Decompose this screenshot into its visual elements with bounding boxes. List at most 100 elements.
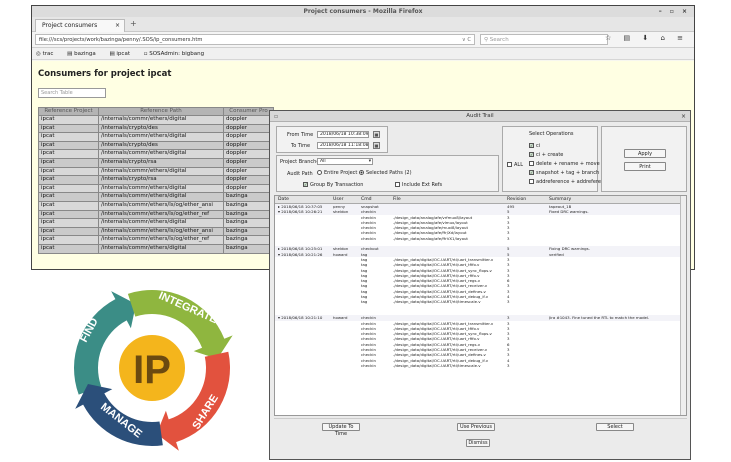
calendar-icon[interactable]: ▦ bbox=[373, 142, 380, 149]
consumer-project-cell: doppler bbox=[223, 166, 274, 177]
table-row[interactable]: ipcat/internals/commr/ethers/ls/og/ether… bbox=[38, 200, 274, 211]
table-row[interactable]: ipcat/internals/commr/ethers/digital dopp… bbox=[38, 166, 274, 177]
project-branches-label: Project Branches bbox=[280, 159, 323, 165]
table-row[interactable]: ipcat/internals/crypto/des doppler bbox=[38, 123, 274, 134]
ip-center-label: IP bbox=[133, 348, 171, 392]
dismiss-button[interactable]: Dismiss bbox=[466, 439, 490, 447]
op-checkbox-delete[interactable]: delete + rename + move bbox=[529, 161, 600, 167]
cmd-cell: checkin bbox=[361, 362, 376, 368]
bookmark-sosadmin[interactable]: ▫ SOSAdmin: bigbang bbox=[144, 51, 210, 57]
op-checkbox-addreference[interactable]: addreference + addreference bbox=[529, 179, 610, 185]
column-header[interactable]: Consumer Pro bbox=[223, 107, 274, 116]
op-checkbox-snapshot[interactable]: ✓ snapshot + tag + branch bbox=[529, 170, 599, 176]
update-to-time-button[interactable]: Update To Time bbox=[322, 423, 360, 437]
window-title: Project consumers - Mozilla Firefox bbox=[303, 8, 423, 15]
print-button[interactable]: Print bbox=[624, 162, 666, 171]
from-time-field[interactable]: 2018/06/18 10:38:09 bbox=[317, 131, 369, 138]
tab-label: Project consumers bbox=[42, 22, 98, 29]
column-header[interactable]: Reference Project bbox=[38, 107, 99, 116]
reference-path-cell: /internals/commr/ethers/digital bbox=[98, 243, 224, 254]
op-checkbox-ci-create[interactable]: ✓ ci + create bbox=[529, 152, 563, 158]
reference-path-cell: /internals/commr/ethers/ls/og/ether_ansi bbox=[98, 200, 224, 211]
consumer-project-cell: doppler bbox=[223, 132, 274, 142]
window-controls[interactable]: – ▫ × bbox=[659, 6, 690, 17]
checkbox-label: ALL bbox=[514, 162, 523, 168]
window-menu-icon[interactable]: ▫ bbox=[274, 111, 278, 122]
reference-path-cell: /internals/commr/ethers/digital bbox=[98, 166, 224, 177]
checkbox-checked-icon: ✓ bbox=[303, 182, 308, 187]
to-time-field[interactable]: 2018/06/18 11:18:08 bbox=[317, 142, 369, 149]
table-row[interactable]: ipcat/internals/commr/ethers/ls/og/ether… bbox=[38, 226, 274, 237]
column-header-file[interactable]: File bbox=[393, 196, 401, 204]
search-table-input[interactable]: Search Table bbox=[38, 88, 106, 98]
close-icon[interactable]: × bbox=[681, 111, 686, 122]
reference-project-cell: ipcat bbox=[38, 183, 99, 194]
screenshot-root: Project consumers - Mozilla Firefox – ▫ … bbox=[0, 0, 731, 462]
column-header-cmd[interactable]: Cmd bbox=[361, 196, 372, 204]
table-row[interactable]: ipcat/internals/commr/ethers/digital bazi… bbox=[38, 218, 274, 228]
tab-project-consumers[interactable]: Project consumers × bbox=[35, 19, 125, 32]
navigation-bar: file:///scs/projects/work/bazinga/penny/… bbox=[32, 32, 694, 48]
revision-cell: 3 bbox=[507, 362, 510, 368]
url-bar[interactable]: file:///scs/projects/work/bazinga/penny/… bbox=[35, 34, 475, 45]
calendar-icon[interactable]: ▦ bbox=[373, 131, 380, 138]
table-row[interactable]: ipcat/internals/crypto/rsa doppler bbox=[38, 175, 274, 185]
bookmark-label: trac bbox=[42, 51, 54, 57]
column-header-date[interactable]: Date bbox=[278, 196, 289, 204]
table-row[interactable]: ipcat/internals/commr/ethers/digital dopp… bbox=[38, 132, 274, 142]
table-row[interactable]: ipcat/internals/commr/ethers/digital dopp… bbox=[38, 115, 274, 125]
column-header[interactable]: Reference Path bbox=[98, 107, 224, 116]
select-button[interactable]: Select bbox=[596, 423, 634, 431]
file-cell: ./design_data/digital/OC-UART/rtl/timesc… bbox=[393, 362, 481, 368]
selected-paths-radio[interactable]: Selected Paths (2) bbox=[359, 170, 412, 176]
page-title: Consumers for project ipcat bbox=[38, 69, 172, 79]
table-row[interactable]: ipcat/internals/crypto/des doppler bbox=[38, 140, 274, 151]
entire-project-radio[interactable]: Entire Project bbox=[317, 170, 357, 176]
project-branches-select[interactable]: All ▾ bbox=[317, 158, 373, 165]
bookmark-label: SOSAdmin: bigbang bbox=[149, 51, 205, 57]
consumer-project-cell: doppler bbox=[223, 157, 274, 168]
table-row[interactable]: ipcat/internals/commr/ethers/digital bazi… bbox=[38, 192, 274, 202]
op-checkbox-ci[interactable]: ✓ ci bbox=[529, 143, 540, 149]
bookmarks-bar: ◎ trac ▤ bazinga ▤ ipcat ▫ SOSAdmin: big… bbox=[32, 48, 694, 60]
include-ext-refs-checkbox[interactable]: Include Ext Refs bbox=[395, 182, 442, 188]
column-header-user[interactable]: User bbox=[333, 196, 343, 204]
column-header-revision[interactable]: Revision bbox=[507, 196, 526, 204]
vertical-scrollbar[interactable] bbox=[680, 196, 686, 415]
table-row[interactable]: ipcat/internals/commr/ethers/ls/og/ether… bbox=[38, 209, 274, 220]
checkbox-label: Include Ext Refs bbox=[402, 182, 443, 188]
consumers-table: Reference Project Reference Path Consume… bbox=[38, 107, 274, 254]
operations-box: Select Operations ALL ✓ ci ✓ ci + create d… bbox=[502, 126, 610, 192]
table-row[interactable]: ipcat/internals/commr/ethers/digital bazi… bbox=[38, 243, 274, 254]
reference-path-cell: /internals/commr/ethers/ls/og/ether_ref bbox=[98, 235, 224, 245]
column-header-summary[interactable]: Summary bbox=[549, 196, 571, 204]
audit-row[interactable]: checkin ./design_data/digital/OC-UART/rtl… bbox=[275, 363, 686, 368]
search-placeholder: Search bbox=[489, 37, 509, 43]
table-row[interactable]: ipcat/internals/commr/ethers/ls/og/ether… bbox=[38, 235, 274, 245]
apply-button[interactable]: Apply bbox=[624, 149, 666, 158]
reference-project-cell: ipcat bbox=[38, 132, 99, 142]
toolbar-icons[interactable]: ☆ ▤ ⬇ ⌂ ≡ bbox=[605, 34, 688, 42]
table-row[interactable]: ipcat/internals/commr/ethers/digital dopp… bbox=[38, 183, 274, 194]
all-checkbox[interactable]: ALL bbox=[507, 162, 523, 168]
audit-trail-window: ▫ Audit Trail × From Time 2018/06/18 10:… bbox=[269, 110, 691, 460]
table-row[interactable]: ipcat/internals/commr/ethers/digital dopp… bbox=[38, 149, 274, 159]
checkbox-label: ci + create bbox=[536, 152, 564, 158]
consumer-project-cell: doppler bbox=[223, 183, 274, 194]
group-by-transaction-checkbox[interactable]: ✓ Group By Transaction bbox=[303, 182, 363, 188]
tab-close-icon[interactable]: × bbox=[115, 20, 120, 32]
consumer-project-cell: bazinga bbox=[223, 209, 274, 220]
new-tab-icon[interactable]: + bbox=[130, 19, 137, 28]
consumer-project-cell: bazinga bbox=[223, 192, 274, 202]
bookmark-ipcat[interactable]: ▤ ipcat bbox=[109, 51, 136, 57]
checkbox-label: snapshot + tag + branch bbox=[536, 170, 600, 176]
reload-icon[interactable]: ∨ C bbox=[462, 35, 471, 45]
consumer-project-cell: doppler bbox=[223, 175, 274, 185]
use-previous-button[interactable]: Use Previous bbox=[457, 423, 495, 431]
bookmark-trac[interactable]: ◎ trac bbox=[36, 51, 59, 57]
table-row[interactable]: ipcat/internals/crypto/rsa doppler bbox=[38, 157, 274, 168]
time-range-box: From Time 2018/06/18 10:38:09 ▦ To Time … bbox=[276, 126, 388, 153]
bookmark-bazinga[interactable]: ▤ bazinga bbox=[67, 51, 102, 57]
bookmark-label: bazinga bbox=[74, 51, 96, 57]
browser-search-input[interactable]: ⚲ Search bbox=[480, 34, 608, 45]
